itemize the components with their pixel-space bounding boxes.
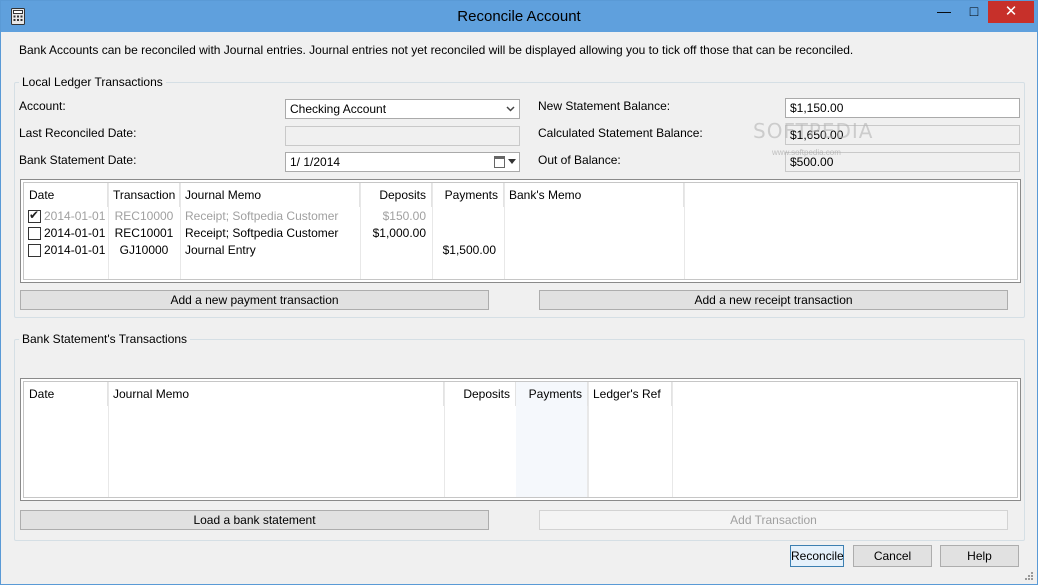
dropdown-arrow-icon[interactable]: [508, 159, 516, 164]
bank-grid[interactable]: Date Journal Memo Deposits Payments Ledg…: [20, 378, 1021, 501]
row-deposits: [360, 242, 426, 259]
calc-balance-label: Calculated Statement Balance:: [538, 126, 703, 140]
row-checkbox[interactable]: [28, 227, 41, 240]
row-date: 2014-01-01: [44, 226, 106, 240]
last-reconciled-field: [285, 126, 520, 146]
load-bank-statement-button[interactable]: Load a bank statement: [20, 510, 489, 530]
account-label: Account:: [19, 99, 66, 113]
row-date: 2014-01-01: [44, 209, 106, 223]
minimize-button[interactable]: —: [931, 1, 957, 23]
column-header-journal-memo[interactable]: Journal Memo: [108, 382, 444, 406]
new-balance-label: New Statement Balance:: [538, 99, 671, 113]
title-bar[interactable]: Reconcile Account — □ ✕: [1, 1, 1037, 32]
row-transaction: REC10000: [114, 209, 174, 223]
ledger-grid[interactable]: Date Transaction Journal Memo Deposits P…: [20, 179, 1021, 283]
row-transaction: REC10001: [114, 226, 174, 240]
help-button[interactable]: Help: [940, 545, 1019, 567]
row-payments: [432, 225, 496, 242]
column-header-payments[interactable]: Payments: [432, 183, 504, 207]
column-header-transaction[interactable]: Transaction: [108, 183, 180, 207]
maximize-button[interactable]: □: [961, 1, 987, 23]
out-balance-label: Out of Balance:: [538, 153, 621, 167]
column-header-banks-memo[interactable]: Bank's Memo: [504, 183, 684, 207]
new-balance-input[interactable]: $1,150.00: [785, 98, 1020, 118]
row-deposits: $1,000.00: [372, 226, 426, 240]
reconcile-account-window: Reconcile Account — □ ✕ Bank Accounts ca…: [0, 0, 1038, 585]
softpedia-watermark: SOFTPEDIA: [753, 119, 874, 143]
column-header-date[interactable]: Date: [24, 183, 108, 207]
row-date: 2014-01-01: [44, 243, 106, 257]
row-payments: $1,500.00: [442, 243, 496, 257]
cancel-button[interactable]: Cancel: [853, 545, 932, 567]
add-receipt-button[interactable]: Add a new receipt transaction: [539, 290, 1008, 310]
bank-group-label: Bank Statement's Transactions: [19, 332, 191, 346]
column-header-ledgers-ref[interactable]: Ledger's Ref: [588, 382, 672, 406]
statement-date-picker[interactable]: 1/ 1/2014: [285, 152, 520, 172]
row-transaction: GJ10000: [119, 243, 169, 257]
account-value: Checking Account: [290, 102, 387, 116]
row-memo: Receipt; Softpedia Customer: [185, 209, 339, 223]
resize-grip-icon[interactable]: [1024, 571, 1034, 581]
column-header-deposits[interactable]: Deposits: [360, 183, 432, 207]
reconcile-button[interactable]: Reconcile: [790, 545, 844, 567]
row-memo: Journal Entry: [185, 243, 256, 257]
close-button[interactable]: ✕: [988, 1, 1034, 23]
account-combobox[interactable]: Checking Account: [285, 99, 520, 119]
add-transaction-button[interactable]: Add Transaction: [539, 510, 1008, 530]
column-header-date[interactable]: Date: [24, 382, 108, 406]
row-deposits: $150.00: [382, 209, 426, 223]
column-header-deposits[interactable]: Deposits: [444, 382, 516, 406]
row-payments: [432, 208, 496, 225]
last-reconciled-label: Last Reconciled Date:: [19, 126, 137, 140]
ledger-group-label: Local Ledger Transactions: [19, 75, 166, 89]
statement-date-label: Bank Statement Date:: [19, 153, 137, 167]
column-header-journal-memo[interactable]: Journal Memo: [180, 183, 360, 207]
row-memo: Receipt; Softpedia Customer: [185, 226, 339, 240]
softpedia-watermark-url: www.softpedia.com: [772, 148, 841, 157]
calendar-icon[interactable]: [494, 156, 505, 168]
window-title: Reconcile Account: [457, 8, 581, 25]
chevron-down-icon: [506, 106, 515, 112]
row-checkbox[interactable]: [28, 244, 41, 257]
row-checkbox[interactable]: [28, 208, 41, 223]
column-header-payments[interactable]: Payments: [516, 382, 588, 406]
intro-text: Bank Accounts can be reconciled with Jou…: [19, 43, 854, 57]
statement-date-value: 1/ 1/2014: [290, 155, 341, 169]
add-payment-button[interactable]: Add a new payment transaction: [20, 290, 489, 310]
